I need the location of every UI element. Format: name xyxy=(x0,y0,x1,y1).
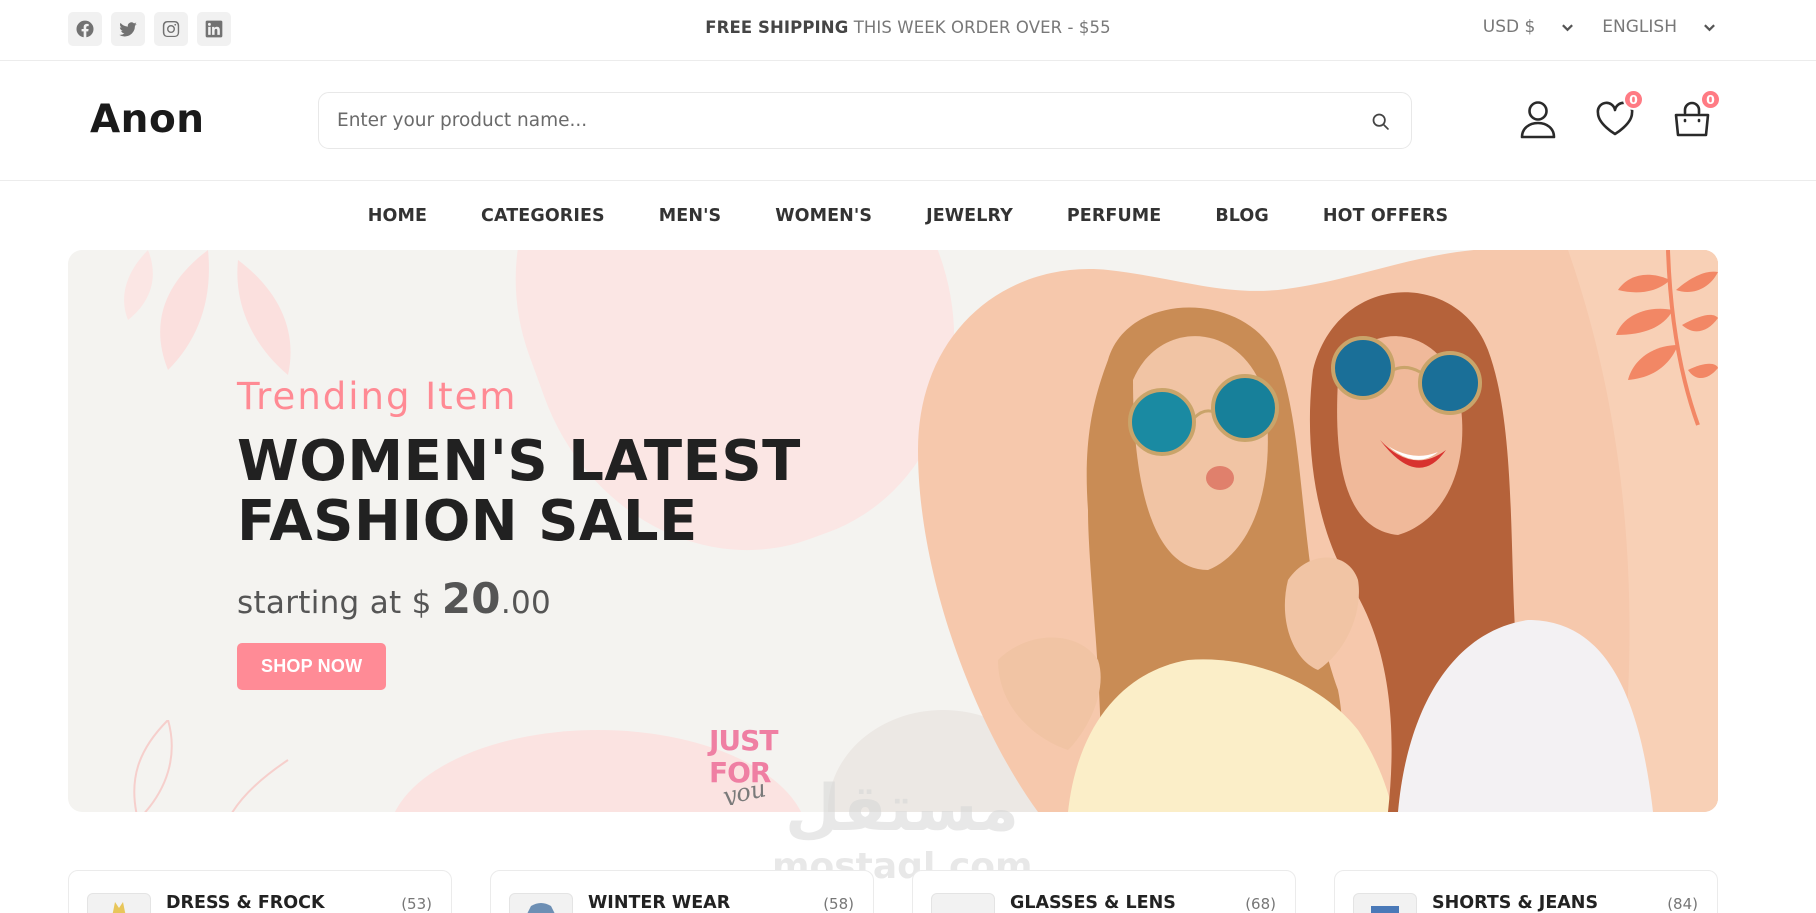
watermark-arabic: مستقل xyxy=(784,772,1020,846)
nav-item-mens[interactable]: MEN'S xyxy=(659,206,721,226)
language-value: ENGLISH xyxy=(1602,17,1677,37)
wishlist-count-badge: 0 xyxy=(1623,89,1644,110)
shipping-highlight: FREE SHIPPING xyxy=(705,18,849,37)
hero-photo xyxy=(918,250,1718,812)
cart-button[interactable]: 0 xyxy=(1671,89,1721,140)
main-header: Anon 0 0 xyxy=(0,61,1816,181)
main-nav: HOME CATEGORIES MEN'S WOMEN'S JEWELRY PE… xyxy=(0,181,1816,250)
category-thumbnail xyxy=(87,893,151,913)
hero-title: WOMEN'S LATEST FASHION SALE xyxy=(237,432,877,552)
chevron-down-icon xyxy=(1562,23,1574,31)
shop-now-button[interactable]: SHOP NOW xyxy=(237,643,387,690)
category-count: (84) xyxy=(1667,895,1698,913)
category-thumbnail xyxy=(1353,893,1417,913)
nav-item-categories[interactable]: CATEGORIES xyxy=(481,206,605,226)
language-select[interactable]: ENGLISH xyxy=(1602,17,1716,37)
price-cents: .00 xyxy=(500,585,552,621)
leaf-decoration xyxy=(1616,250,1718,426)
search-button[interactable] xyxy=(1367,108,1393,134)
category-card[interactable]: DRESS & FROCK (53) xyxy=(68,870,452,913)
category-count: (68) xyxy=(1245,895,1276,913)
search-box xyxy=(318,92,1412,149)
category-list: DRESS & FROCK (53) WINTER WEAR (58) GLAS… xyxy=(68,870,1718,913)
site-logo[interactable]: Anon xyxy=(90,97,205,142)
winter-coat-icon xyxy=(527,903,555,913)
dress-icon xyxy=(112,902,126,913)
category-count: (58) xyxy=(823,895,854,913)
currency-select[interactable]: USD $ xyxy=(1483,17,1575,37)
nav-item-blog[interactable]: BLOG xyxy=(1215,206,1269,226)
hero-content: Trending Item WOMEN'S LATEST FASHION SAL… xyxy=(237,375,877,690)
user-icon xyxy=(1520,101,1556,139)
nav-item-hot-offers[interactable]: HOT OFFERS xyxy=(1323,206,1448,226)
hero-title-line: FASHION SALE xyxy=(237,489,698,554)
hero-eyebrow: Trending Item xyxy=(237,375,518,418)
category-name: SHORTS & JEANS xyxy=(1432,893,1599,913)
price-prefix: starting at $ xyxy=(237,585,442,621)
category-thumbnail xyxy=(931,893,995,913)
category-count: (53) xyxy=(401,895,432,913)
leaf-decoration xyxy=(124,250,291,375)
category-name: WINTER WEAR xyxy=(588,893,731,913)
wishlist-button[interactable]: 0 xyxy=(1594,89,1644,140)
account-button[interactable] xyxy=(1517,98,1559,140)
stamp-line: JUST xyxy=(707,724,778,757)
nav-item-jewelry[interactable]: JEWELRY xyxy=(926,206,1013,226)
category-name: DRESS & FROCK xyxy=(166,893,325,913)
hero-title-line: WOMEN'S LATEST xyxy=(237,429,801,494)
jeans-icon xyxy=(1371,906,1399,913)
search-input[interactable] xyxy=(337,93,1317,148)
top-right-selectors: USD $ ENGLISH xyxy=(1483,17,1716,37)
category-thumbnail xyxy=(509,893,573,913)
search-icon xyxy=(1372,113,1389,130)
hero-price: starting at $ 20.00 xyxy=(237,574,877,623)
leaf-decoration xyxy=(133,720,289,812)
nav-item-perfume[interactable]: PERFUME xyxy=(1067,206,1162,226)
cart-count-badge: 0 xyxy=(1700,89,1721,110)
category-card[interactable]: WINTER WEAR (58) xyxy=(490,870,874,913)
category-card[interactable]: GLASSES & LENS (68) xyxy=(912,870,1296,913)
price-main: 20 xyxy=(441,574,501,623)
hero-banner: Trending Item WOMEN'S LATEST FASHION SAL… xyxy=(68,250,1718,812)
header-actions: 0 0 xyxy=(1517,89,1721,140)
nav-item-home[interactable]: HOME xyxy=(368,206,427,226)
top-bar: FREE SHIPPING THIS WEEK ORDER OVER - $55… xyxy=(0,0,1816,61)
category-card[interactable]: SHORTS & JEANS (84) xyxy=(1334,870,1718,913)
category-name: GLASSES & LENS xyxy=(1010,893,1176,913)
glasses-icon xyxy=(943,898,983,913)
currency-value: USD $ xyxy=(1482,17,1536,37)
shipping-text: THIS WEEK ORDER OVER - $55 xyxy=(848,18,1111,37)
nav-item-womens[interactable]: WOMEN'S xyxy=(775,206,872,226)
chevron-down-icon xyxy=(1704,23,1715,31)
